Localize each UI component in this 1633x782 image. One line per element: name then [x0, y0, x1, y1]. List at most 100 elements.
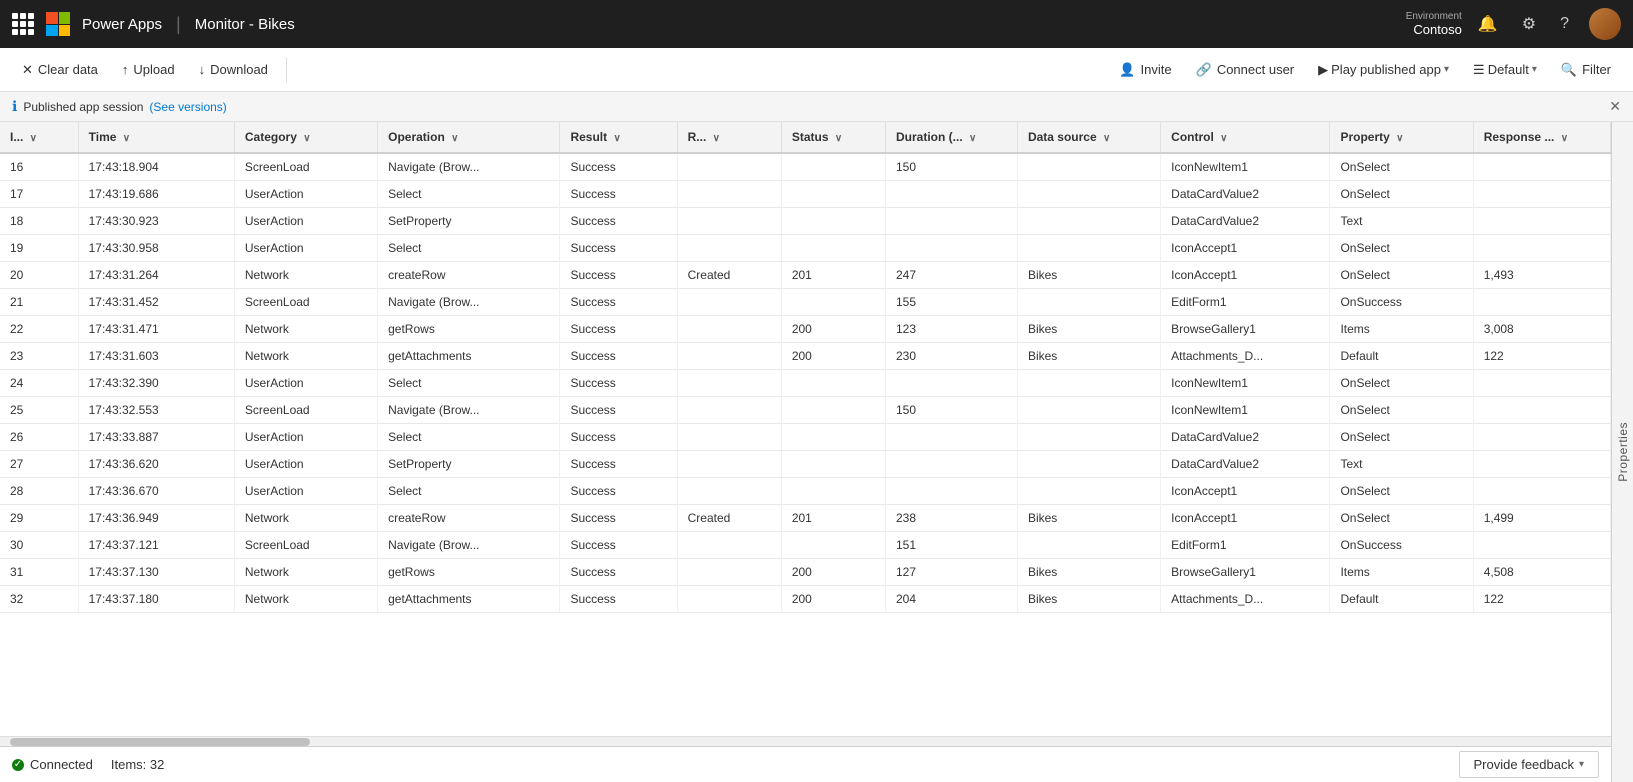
cell-duration: 127 — [885, 559, 1017, 586]
cell-r: Created — [677, 262, 781, 289]
cell-status: 200 — [781, 316, 885, 343]
cell-result: Success — [560, 586, 677, 613]
table-row[interactable]: 32 17:43:37.180 Network getAttachments S… — [0, 586, 1611, 613]
table-row[interactable]: 19 17:43:30.958 UserAction Select Succes… — [0, 235, 1611, 262]
table-row[interactable]: 30 17:43:37.121 ScreenLoad Navigate (Bro… — [0, 532, 1611, 559]
cell-status — [781, 208, 885, 235]
notification-icon[interactable]: 🔔 — [1474, 10, 1502, 38]
cell-id: 20 — [0, 262, 78, 289]
upload-button[interactable]: ↑ Upload — [112, 57, 185, 82]
provide-feedback-button[interactable]: Provide feedback ▾ — [1459, 751, 1599, 778]
cell-response — [1473, 153, 1610, 181]
environment-display: Environment Contoso — [1406, 11, 1462, 37]
cell-status — [781, 451, 885, 478]
toolbar-separator-1 — [286, 58, 287, 82]
cell-response — [1473, 235, 1610, 262]
cell-result: Success — [560, 397, 677, 424]
download-button[interactable]: ↓ Download — [189, 57, 278, 82]
cell-category: ScreenLoad — [234, 397, 377, 424]
cell-duration: 123 — [885, 316, 1017, 343]
cell-property: Default — [1330, 586, 1473, 613]
cell-operation: Select — [378, 478, 560, 505]
play-published-app-button[interactable]: ▶ Play published app ▾ — [1308, 57, 1459, 83]
cell-r — [677, 181, 781, 208]
table-row[interactable]: 31 17:43:37.130 Network getRows Success … — [0, 559, 1611, 586]
col-header-response[interactable]: Response ... ∨ — [1473, 122, 1610, 153]
cell-operation: Navigate (Brow... — [378, 532, 560, 559]
cell-datasource — [1017, 397, 1160, 424]
cell-time: 17:43:36.949 — [78, 505, 234, 532]
col-header-duration[interactable]: Duration (... ∨ — [885, 122, 1017, 153]
cell-result: Success — [560, 478, 677, 505]
connected-label: Connected — [30, 757, 93, 772]
table-row[interactable]: 29 17:43:36.949 Network createRow Succes… — [0, 505, 1611, 532]
cell-property: Text — [1330, 208, 1473, 235]
cell-id: 28 — [0, 478, 78, 505]
user-avatar[interactable] — [1589, 8, 1621, 40]
col-header-time[interactable]: Time ∨ — [78, 122, 234, 153]
table-row[interactable]: 26 17:43:33.887 UserAction Select Succes… — [0, 424, 1611, 451]
col-header-datasource[interactable]: Data source ∨ — [1017, 122, 1160, 153]
cell-control: Attachments_D... — [1161, 586, 1330, 613]
col-header-control[interactable]: Control ∨ — [1161, 122, 1330, 153]
cell-category: UserAction — [234, 181, 377, 208]
cell-category: UserAction — [234, 424, 377, 451]
table-row[interactable]: 16 17:43:18.904 ScreenLoad Navigate (Bro… — [0, 153, 1611, 181]
connect-user-button[interactable]: 🔗 Connect user — [1186, 57, 1305, 83]
col-header-property[interactable]: Property ∨ — [1330, 122, 1473, 153]
cell-result: Success — [560, 235, 677, 262]
cell-datasource: Bikes — [1017, 559, 1160, 586]
data-table-wrapper[interactable]: I... ∨ Time ∨ Category ∨ Operation ∨ Res… — [0, 122, 1611, 736]
info-close-button[interactable]: ✕ — [1609, 98, 1621, 115]
table-row[interactable]: 27 17:43:36.620 UserAction SetProperty S… — [0, 451, 1611, 478]
cell-time: 17:43:33.887 — [78, 424, 234, 451]
table-row[interactable]: 18 17:43:30.923 UserAction SetProperty S… — [0, 208, 1611, 235]
see-versions-link[interactable]: (See versions) — [149, 100, 226, 114]
table-row[interactable]: 22 17:43:31.471 Network getRows Success … — [0, 316, 1611, 343]
horizontal-scrollbar-thumb[interactable] — [10, 738, 310, 746]
cell-id: 23 — [0, 343, 78, 370]
properties-panel[interactable]: Properties — [1611, 122, 1633, 782]
clear-data-button[interactable]: ✕ Clear data — [12, 57, 108, 83]
waffle-icon[interactable] — [12, 13, 34, 35]
upload-label: Upload — [133, 62, 174, 77]
col-header-status[interactable]: Status ∨ — [781, 122, 885, 153]
settings-icon[interactable]: ⚙ — [1518, 10, 1540, 38]
cell-duration: 150 — [885, 397, 1017, 424]
cell-category: UserAction — [234, 451, 377, 478]
col-header-id[interactable]: I... ∨ — [0, 122, 78, 153]
cell-control: DataCardValue2 — [1161, 181, 1330, 208]
table-row[interactable]: 17 17:43:19.686 UserAction Select Succes… — [0, 181, 1611, 208]
table-row[interactable]: 28 17:43:36.670 UserAction Select Succes… — [0, 478, 1611, 505]
table-row[interactable]: 20 17:43:31.264 Network createRow Succes… — [0, 262, 1611, 289]
cell-property: OnSelect — [1330, 397, 1473, 424]
invite-icon: 👤 — [1119, 62, 1135, 78]
filter-button[interactable]: 🔍 Filter — [1551, 57, 1621, 83]
cell-control: IconNewItem1 — [1161, 153, 1330, 181]
cell-duration — [885, 370, 1017, 397]
invite-button[interactable]: 👤 Invite — [1109, 57, 1181, 83]
play-chevron-icon: ▾ — [1444, 64, 1449, 75]
table-row[interactable]: 23 17:43:31.603 Network getAttachments S… — [0, 343, 1611, 370]
horizontal-scrollbar[interactable] — [0, 736, 1611, 746]
cell-result: Success — [560, 424, 677, 451]
help-icon[interactable]: ? — [1556, 11, 1573, 37]
table-row[interactable]: 25 17:43:32.553 ScreenLoad Navigate (Bro… — [0, 397, 1611, 424]
cell-response: 122 — [1473, 343, 1610, 370]
filter-label: Filter — [1582, 62, 1611, 77]
cell-response — [1473, 397, 1610, 424]
col-header-r[interactable]: R... ∨ — [677, 122, 781, 153]
cell-control: DataCardValue2 — [1161, 424, 1330, 451]
cell-time: 17:43:37.130 — [78, 559, 234, 586]
filter-icon: 🔍 — [1561, 62, 1577, 78]
col-header-result[interactable]: Result ∨ — [560, 122, 677, 153]
col-header-category[interactable]: Category ∨ — [234, 122, 377, 153]
cell-category: Network — [234, 316, 377, 343]
table-row[interactable]: 24 17:43:32.390 UserAction Select Succes… — [0, 370, 1611, 397]
cell-control: IconNewItem1 — [1161, 370, 1330, 397]
cell-datasource — [1017, 478, 1160, 505]
table-row[interactable]: 21 17:43:31.452 ScreenLoad Navigate (Bro… — [0, 289, 1611, 316]
col-header-operation[interactable]: Operation ∨ — [378, 122, 560, 153]
cell-duration: 204 — [885, 586, 1017, 613]
default-button[interactable]: ☰ Default ▾ — [1463, 57, 1547, 83]
